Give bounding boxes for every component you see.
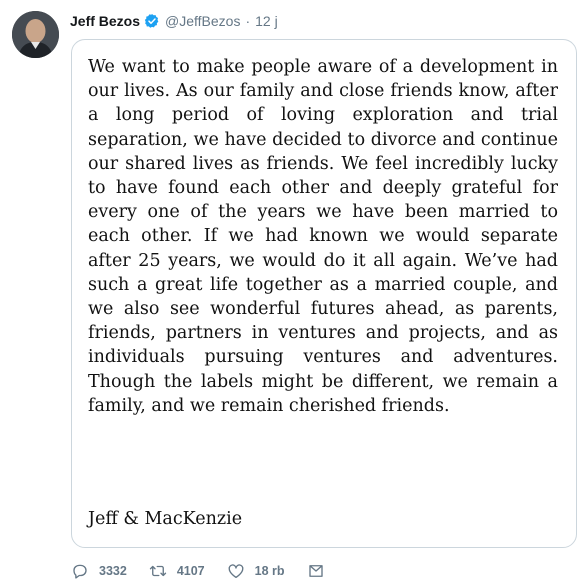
share-button[interactable] — [307, 562, 325, 580]
statement-image[interactable]: We want to make people aware of a develo… — [71, 39, 577, 548]
tweet-timestamp[interactable]: 12 j — [255, 13, 278, 29]
retweet-icon — [149, 565, 166, 577]
heart-icon — [228, 564, 244, 579]
retweet-count: 4107 — [176, 564, 205, 578]
statement-text: We want to make people aware of a develo… — [88, 57, 558, 416]
reply-button[interactable]: 3332 — [71, 562, 127, 580]
verified-badge-icon — [144, 14, 159, 28]
tweet-actions: 3332 4107 18 rb — [71, 561, 347, 581]
reply-icon — [73, 564, 87, 579]
header-separator: · — [245, 13, 251, 29]
statement-signature: Jeff & MacKenzie — [88, 509, 243, 529]
author-handle[interactable]: @JeffBezos — [165, 13, 240, 29]
share-icon — [308, 565, 323, 577]
like-button[interactable]: 18 rb — [227, 562, 285, 580]
avatar-image — [12, 11, 59, 58]
tweet-header: Jeff Bezos @JeffBezos · 12 j — [70, 11, 278, 31]
author-avatar[interactable] — [12, 11, 59, 58]
reply-count: 3332 — [99, 564, 127, 578]
author-name[interactable]: Jeff Bezos — [70, 13, 140, 29]
retweet-button[interactable]: 4107 — [149, 562, 205, 580]
like-count: 18 rb — [254, 564, 285, 578]
